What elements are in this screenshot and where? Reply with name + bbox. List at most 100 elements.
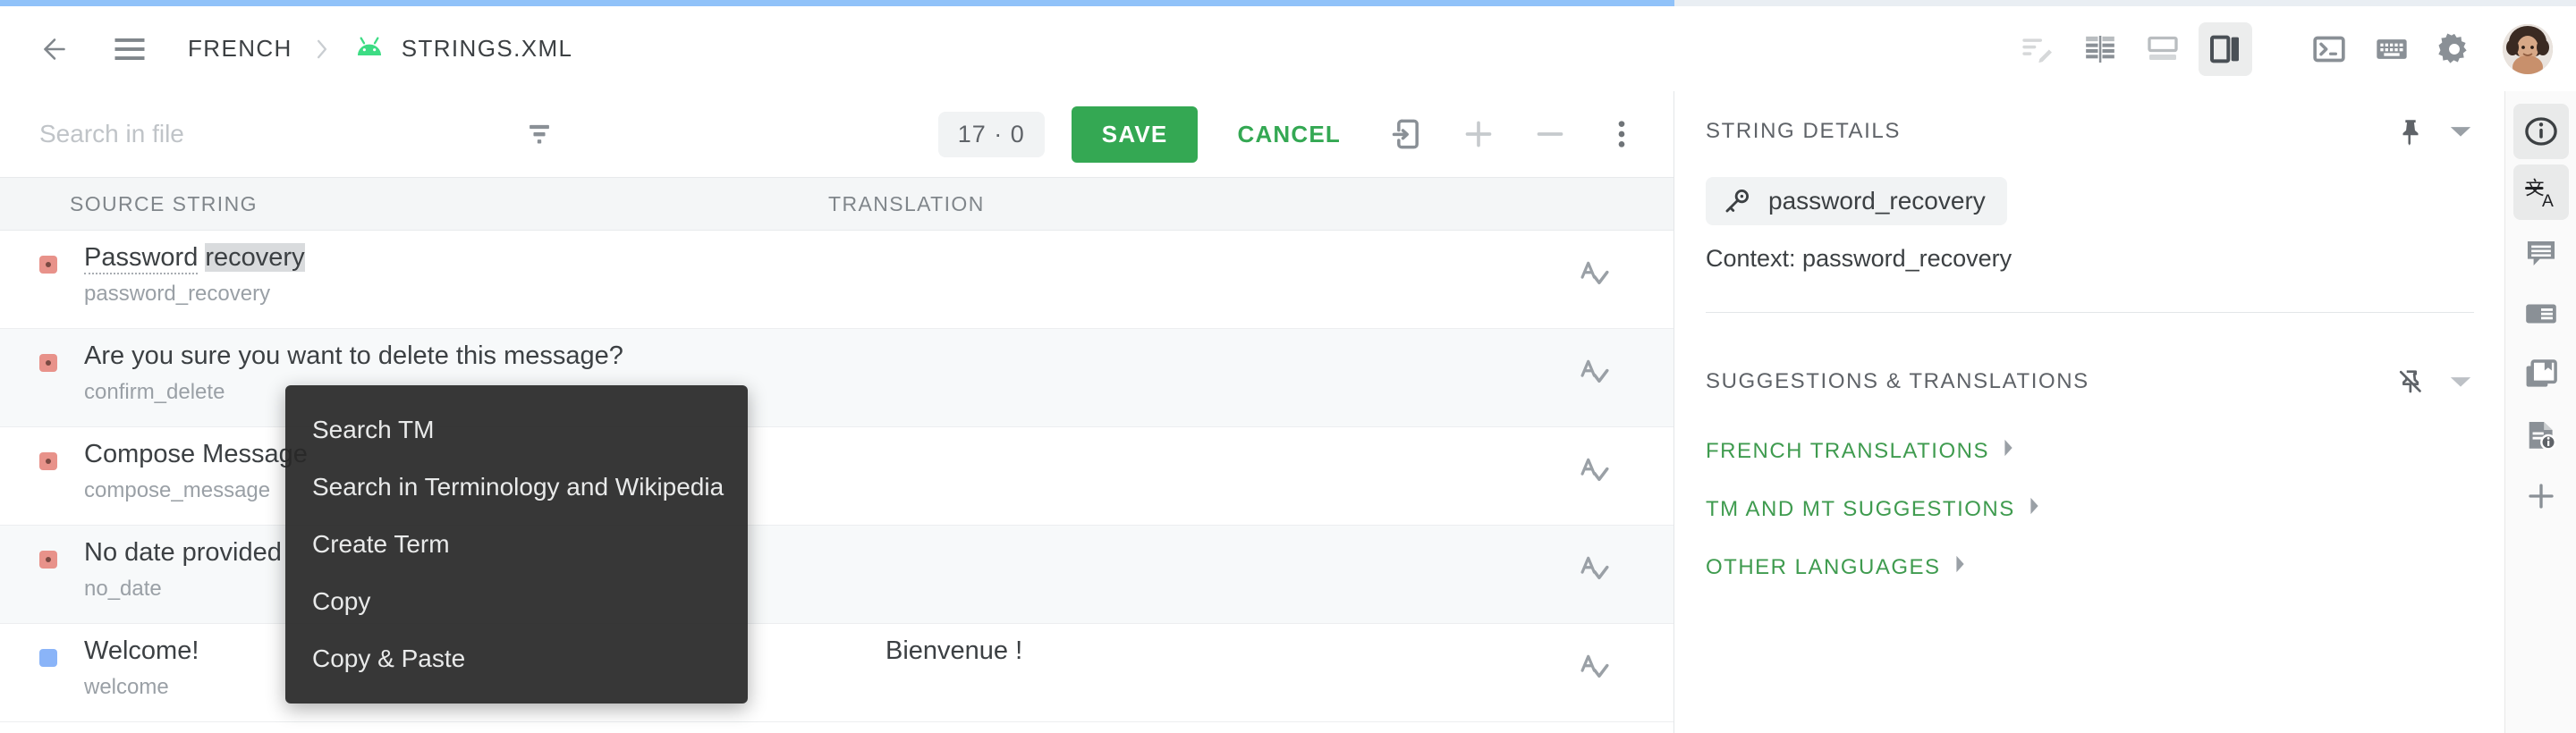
table-row[interactable]: Compose Message compose_message — [0, 427, 1674, 526]
details-divider — [1706, 312, 2474, 313]
horizontal-split-icon — [2148, 36, 2178, 60]
spellcheck-icon-button[interactable] — [1575, 549, 1614, 588]
status-badge[interactable] — [39, 256, 57, 274]
status-badge[interactable] — [39, 551, 57, 569]
rail-item-comments[interactable] — [2513, 225, 2569, 281]
table-row[interactable]: No date provided no_date — [0, 526, 1674, 624]
string-context-line: Context: password_recovery — [1706, 245, 2012, 272]
spellcheck-icon-button[interactable] — [1575, 647, 1614, 687]
copy-source-to-target-button[interactable] — [1378, 105, 1436, 163]
status-badge[interactable] — [39, 354, 57, 372]
context-menu-item-search-tm[interactable]: Search TM — [285, 401, 748, 459]
spellcheck-icon-button[interactable] — [1575, 451, 1614, 490]
rail-item-info[interactable] — [2512, 104, 2569, 159]
more-options-button[interactable] — [1593, 105, 1650, 163]
cancel-button[interactable]: CANCEL — [1214, 106, 1364, 163]
spellcheck-icon — [1580, 556, 1609, 580]
suggestion-link[interactable]: FRENCH TRANSLATIONS — [1706, 422, 2016, 480]
breadcrumb-file[interactable]: STRINGS.XML — [352, 35, 573, 63]
info-icon — [2524, 117, 2557, 146]
suggestion-link[interactable]: OTHER LANGUAGES — [1706, 538, 1968, 596]
back-button[interactable] — [27, 21, 82, 77]
terminal-icon — [2313, 36, 2345, 62]
context-menu-item-create-term[interactable]: Create Term — [285, 516, 748, 573]
app-bar-tools — [2011, 21, 2576, 76]
svg-text:A: A — [2542, 192, 2554, 211]
string-counter[interactable]: 17 · 0 — [937, 111, 1045, 157]
plus-icon — [2528, 484, 2554, 509]
keyboard-icon — [2377, 38, 2407, 59]
library-icon — [2526, 359, 2557, 387]
table-row[interactable]: Are you sure you want to delete this mes… — [0, 329, 1674, 427]
unpin-suggestions-button[interactable] — [2395, 366, 2426, 397]
rail-item-reference[interactable] — [2513, 286, 2569, 341]
remove-button[interactable] — [1521, 105, 1579, 163]
status-badge[interactable] — [39, 452, 57, 470]
chevron-down-icon — [2450, 127, 2471, 137]
horizontal-split-icon-button[interactable] — [2136, 22, 2190, 76]
translation-cell[interactable]: Bienvenue ! — [862, 636, 1674, 666]
column-header-source: SOURCE STRING — [70, 191, 258, 215]
comment-icon — [2527, 241, 2555, 265]
filter-icon — [530, 124, 549, 144]
page-load-progress-fill — [0, 0, 1674, 6]
chevron-right-icon — [2028, 496, 2042, 522]
context-menu-item-copy-paste[interactable]: Copy & Paste — [285, 630, 748, 687]
filter-button[interactable] — [512, 106, 567, 162]
rail-item-add-panel[interactable] — [2513, 468, 2569, 524]
string-key-chip[interactable]: password_recovery — [1706, 177, 2007, 225]
breadcrumb-separator-icon — [312, 38, 332, 61]
chevron-right-icon — [1953, 554, 1968, 580]
article-icon — [2525, 304, 2556, 324]
source-cell[interactable]: Password recovery password_recovery — [57, 243, 862, 307]
suggestion-link-label: TM AND MT SUGGESTIONS — [1706, 496, 2015, 521]
terminal-icon-button[interactable] — [2302, 22, 2356, 76]
android-icon — [357, 37, 381, 55]
context-menu[interactable]: Search TM Search in Terminology and Wiki… — [285, 385, 748, 704]
table-row[interactable]: Password recovery password_recovery — [0, 231, 1674, 329]
suggestion-links: FRENCH TRANSLATIONS TM AND MT SUGGESTIONS… — [1675, 422, 2504, 596]
breadcrumb-language[interactable]: FRENCH — [188, 35, 292, 63]
pin-string-details-button[interactable] — [2395, 116, 2426, 147]
spellcheck-icon-button[interactable] — [1575, 254, 1614, 293]
search-input[interactable] — [38, 119, 485, 149]
rail-item-file-info[interactable] — [2513, 408, 2569, 463]
page-load-progress-track — [0, 0, 2576, 6]
gear-icon-button[interactable] — [2428, 22, 2481, 76]
spellcheck-icon — [1580, 458, 1609, 482]
breadcrumb-file-label: STRINGS.XML — [401, 35, 573, 62]
hamburger-menu-icon — [114, 38, 145, 60]
string-details-header: STRING DETAILS — [1675, 91, 2504, 172]
menu-button[interactable] — [102, 21, 157, 77]
split-columns-icon-button[interactable] — [2073, 22, 2127, 76]
vertical-split-icon-button[interactable] — [2199, 21, 2252, 76]
app-bar: FRENCH STRINGS.XML — [0, 6, 2576, 91]
right-icon-rail: 文 A — [2504, 91, 2576, 733]
spellcheck-icon-button[interactable] — [1575, 352, 1614, 392]
kebab-menu-icon — [1618, 121, 1625, 147]
rail-item-glossary[interactable] — [2513, 347, 2569, 402]
keyboard-icon-button[interactable] — [2365, 22, 2419, 76]
table-row[interactable]: Welcome! welcome Bienvenue ! — [0, 624, 1674, 722]
document-info-icon — [2529, 421, 2556, 451]
string-key-label: password_recovery — [1768, 187, 1986, 215]
status-badge[interactable] — [39, 649, 57, 667]
string-table-body: Password recovery password_recovery Are yo… — [0, 231, 1674, 722]
collapse-string-details-button[interactable] — [2449, 122, 2472, 140]
avatar[interactable] — [2503, 23, 2553, 74]
edit-note-icon — [2022, 38, 2052, 63]
rail-item-translate[interactable]: 文 A — [2512, 164, 2569, 220]
edit-note-icon-button[interactable] — [2011, 22, 2064, 76]
context-menu-item-search-terminology[interactable]: Search in Terminology and Wikipedia — [285, 459, 748, 516]
source-string-key: password_recovery — [84, 282, 271, 307]
source-string-text: Are you sure you want to delete this mes… — [84, 341, 623, 370]
minus-icon — [1537, 132, 1563, 136]
vertical-split-icon — [2210, 35, 2239, 63]
save-button[interactable]: SAVE — [1071, 105, 1199, 163]
suggestion-link[interactable]: TM AND MT SUGGESTIONS — [1706, 480, 2042, 538]
collapse-suggestions-button[interactable] — [2449, 373, 2472, 391]
table-header: SOURCE STRING TRANSLATION — [0, 177, 1674, 231]
add-button[interactable] — [1450, 105, 1507, 163]
context-menu-item-copy[interactable]: Copy — [285, 573, 748, 630]
key-icon — [1725, 189, 1750, 213]
